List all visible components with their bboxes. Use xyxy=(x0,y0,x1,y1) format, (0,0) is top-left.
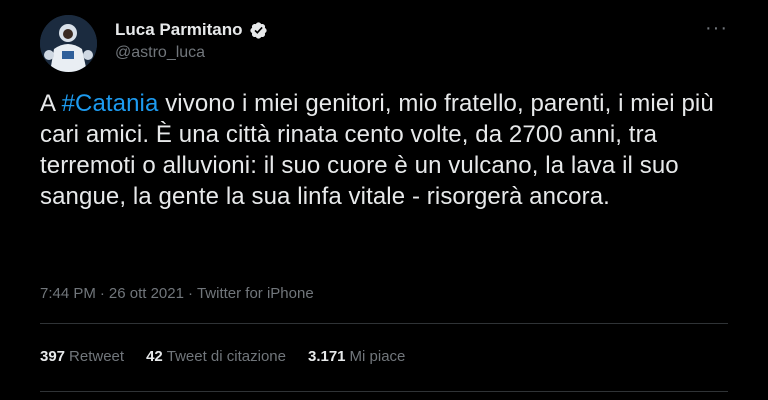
verified-badge-icon xyxy=(249,21,268,40)
avatar[interactable] xyxy=(40,15,97,72)
tweet-time[interactable]: 7:44 PM xyxy=(40,285,96,302)
stat-number: 42 xyxy=(146,348,163,365)
engagement-stats: 397 Retweet 42 Tweet di citazione 3.171 … xyxy=(40,348,427,365)
stat-number: 3.171 xyxy=(307,348,346,365)
tweet-source[interactable]: Twitter for iPhone xyxy=(197,285,314,302)
stat-label: Mi piace xyxy=(349,348,406,365)
stat-label: Retweet xyxy=(69,348,125,365)
tweet-text: A #Catania vivono i miei genitori, mio f… xyxy=(40,88,720,212)
meta-separator: · xyxy=(187,285,193,302)
author-name-row: Luca Parmitano xyxy=(115,20,268,40)
more-horizontal-icon[interactable]: ··· xyxy=(705,18,728,38)
like-count[interactable]: 3.171 Mi piace xyxy=(308,348,405,365)
tweet-date[interactable]: 26 ott 2021 xyxy=(109,285,184,302)
quote-tweet-count[interactable]: 42 Tweet di citazione xyxy=(146,348,286,365)
stat-number: 397 xyxy=(40,348,66,365)
meta-separator: · xyxy=(99,285,105,302)
stat-label: Tweet di citazione xyxy=(166,348,286,365)
author-handle[interactable]: @astro_luca xyxy=(115,44,205,62)
tweet-card: Luca Parmitano @astro_luca ··· A #Catani… xyxy=(0,0,768,400)
tweet-text-prefix: A xyxy=(40,90,62,117)
author-display-name[interactable]: Luca Parmitano xyxy=(115,20,243,40)
divider xyxy=(40,391,728,392)
hashtag-link[interactable]: #Catania xyxy=(62,90,159,117)
retweet-count[interactable]: 397 Retweet xyxy=(40,348,124,365)
divider xyxy=(40,323,728,324)
tweet-metadata: 7:44 PM · 26 ott 2021 · Twitter for iPhone xyxy=(40,285,314,302)
